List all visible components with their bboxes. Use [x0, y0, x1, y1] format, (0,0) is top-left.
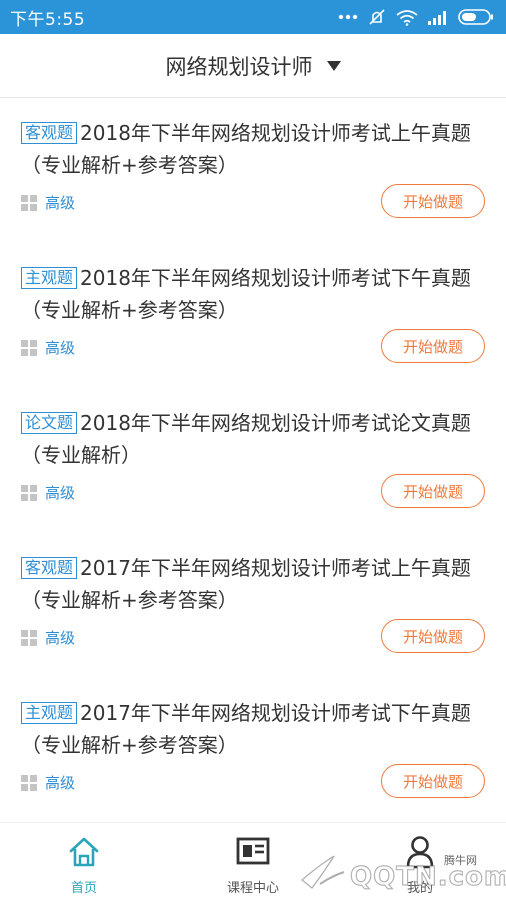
grid-icon	[21, 194, 37, 211]
item-title: 2017年下半年网络规划设计师考试下午真题（专业解析+参考答案）	[21, 701, 471, 757]
start-practice-button[interactable]: 开始做题	[381, 619, 485, 653]
item-title: 2018年下半年网络规划设计师考试论文真题（专业解析）	[21, 411, 471, 467]
start-practice-button[interactable]: 开始做题	[381, 474, 485, 508]
book-icon	[236, 837, 270, 865]
nav-me[interactable]: 我的	[360, 823, 480, 900]
nav-me-label: 我的	[406, 881, 433, 896]
grid-icon	[21, 774, 37, 791]
type-tag: 主观题	[21, 267, 78, 289]
item-meta: 高级	[21, 192, 75, 213]
signal-icon	[427, 9, 449, 25]
status-bar: 下午5:55	[0, 0, 506, 34]
wifi-icon	[396, 9, 418, 26]
item-meta: 高级	[21, 482, 75, 503]
item-heading: 主观题 2017年下半年网络规划设计师考试下午真题（专业解析+参考答案）	[21, 697, 486, 761]
start-practice-button[interactable]: 开始做题	[381, 184, 485, 218]
level-label: 高级	[45, 484, 76, 502]
list-item[interactable]: 主观题 2018年下半年网络规划设计师考试下午真题（专业解析+参考答案） 高级 开…	[0, 244, 506, 389]
type-tag: 客观题	[21, 122, 78, 144]
nav-home[interactable]: 首页	[24, 823, 144, 900]
grid-icon	[21, 339, 37, 356]
item-meta: 高级	[21, 337, 75, 358]
grid-icon	[21, 484, 37, 501]
list-item[interactable]: 论文题 2018年下半年网络规划设计师考试论文真题（专业解析） 高级 开始做题	[0, 389, 506, 534]
item-heading: 主观题 2018年下半年网络规划设计师考试下午真题（专业解析+参考答案）	[21, 262, 486, 326]
type-tag: 论文题	[21, 412, 78, 434]
status-icons	[338, 7, 494, 27]
nav-course-center[interactable]: 课程中心	[193, 823, 313, 900]
type-tag: 客观题	[21, 557, 78, 579]
exam-list: 客观题 2018年下半年网络规划设计师考试上午真题（专业解析+参考答案） 高级 开…	[0, 99, 506, 824]
item-heading: 论文题 2018年下半年网络规划设计师考试论文真题（专业解析）	[21, 407, 486, 471]
level-label: 高级	[45, 774, 76, 792]
bottom-nav: 首页 课程中心 我的	[0, 822, 506, 900]
level-label: 高级	[45, 194, 76, 212]
item-meta: 高级	[21, 627, 75, 648]
caret-down-icon	[326, 60, 341, 71]
level-label: 高级	[45, 339, 76, 357]
subject-selector[interactable]: 网络规划设计师	[0, 34, 506, 98]
item-meta: 高级	[21, 772, 75, 793]
more-dots-icon	[338, 14, 358, 20]
list-item[interactable]: 客观题 2017年下半年网络规划设计师考试上午真题（专业解析+参考答案） 高级 开…	[0, 534, 506, 679]
item-heading: 客观题 2018年下半年网络规划设计师考试上午真题（专业解析+参考答案）	[21, 117, 486, 181]
start-practice-button[interactable]: 开始做题	[381, 329, 485, 363]
item-title: 2018年下半年网络规划设计师考试下午真题（专业解析+参考答案）	[21, 266, 471, 322]
list-item[interactable]: 客观题 2018年下半年网络规划设计师考试上午真题（专业解析+参考答案） 高级 开…	[0, 99, 506, 244]
home-icon	[69, 837, 99, 867]
item-heading: 客观题 2017年下半年网络规划设计师考试上午真题（专业解析+参考答案）	[21, 552, 486, 616]
page-title: 网络规划设计师	[165, 54, 313, 79]
level-label: 高级	[45, 629, 76, 647]
mute-icon	[367, 7, 387, 27]
list-item[interactable]: 主观题 2017年下半年网络规划设计师考试下午真题（专业解析+参考答案） 高级 开…	[0, 679, 506, 824]
type-tag: 主观题	[21, 702, 78, 724]
item-title: 2018年下半年网络规划设计师考试上午真题（专业解析+参考答案）	[21, 121, 471, 177]
status-time: 下午5:55	[10, 9, 86, 30]
battery-icon	[458, 9, 494, 25]
nav-home-label: 首页	[70, 881, 97, 896]
user-icon	[406, 836, 434, 869]
grid-icon	[21, 629, 37, 646]
item-title: 2017年下半年网络规划设计师考试上午真题（专业解析+参考答案）	[21, 556, 471, 612]
start-practice-button[interactable]: 开始做题	[381, 764, 485, 798]
nav-course-label: 课程中心	[226, 881, 279, 896]
